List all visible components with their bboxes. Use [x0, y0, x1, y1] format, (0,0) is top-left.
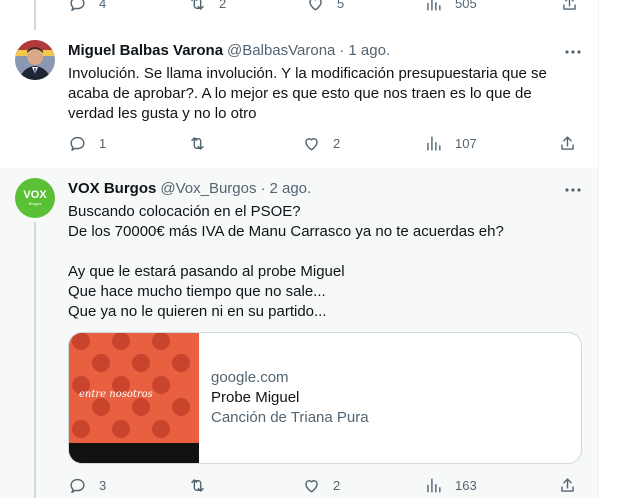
- views-button[interactable]: 107: [424, 134, 477, 153]
- views-count: 107: [455, 136, 477, 151]
- separator-dot: ·: [260, 180, 266, 197]
- more-options-icon[interactable]: [563, 180, 583, 200]
- avatar-vox-burgos[interactable]: VOX Burgos: [15, 178, 55, 218]
- top-retweet-count: 2: [219, 0, 227, 11]
- avatar-vox-sub: Burgos: [28, 200, 42, 206]
- tweet1-header: Miguel Balbas Varona @BalbasVarona · 1 a…: [68, 42, 390, 59]
- timeline-column: 4 2 5 505 Miguel Balbas Varona @BalbasVa…: [0, 0, 599, 498]
- thread-line-bottom: [34, 222, 36, 498]
- card-domain: google.com: [211, 369, 289, 386]
- heart-icon: [305, 480, 318, 493]
- share-button[interactable]: [558, 134, 577, 153]
- retweet-button[interactable]: [188, 134, 207, 153]
- thread-line-top: [34, 0, 36, 30]
- author-handle[interactable]: @BalbasVarona: [227, 42, 335, 59]
- top-share-button[interactable]: [560, 0, 579, 13]
- heart-icon: [305, 138, 318, 151]
- avatar-miguel-image: [15, 40, 55, 80]
- like-count: 2: [333, 478, 341, 493]
- author-name[interactable]: Miguel Balbas Varona: [68, 42, 223, 59]
- reply-icon: [70, 478, 85, 493]
- like-count: 2: [333, 136, 341, 151]
- retweet-icon: [191, 479, 204, 492]
- top-like-button[interactable]: 5: [306, 0, 344, 13]
- like-button[interactable]: 2: [302, 134, 340, 153]
- reply-icon: [70, 0, 85, 11]
- top-reply-button[interactable]: 4: [68, 0, 106, 13]
- reply-count: 3: [99, 478, 107, 493]
- share-icon: [563, 0, 576, 10]
- reply-button[interactable]: 3: [68, 476, 106, 495]
- retweet-icon: [191, 137, 204, 150]
- tweet-timestamp[interactable]: 1 ago.: [348, 42, 390, 59]
- share-button[interactable]: [558, 476, 577, 495]
- reply-icon: [70, 136, 85, 151]
- top-views-count: 505: [455, 0, 477, 11]
- heart-icon: [309, 0, 322, 11]
- avatar-miguel[interactable]: [15, 40, 55, 80]
- retweet-icon: [191, 0, 204, 10]
- card-description: Canción de Triana Pura: [211, 409, 369, 426]
- tweet-miguel[interactable]: Miguel Balbas Varona @BalbasVarona · 1 a…: [0, 30, 598, 168]
- views-button[interactable]: 163: [424, 476, 477, 495]
- tweet-timestamp[interactable]: 2 ago.: [269, 180, 311, 197]
- reply-button[interactable]: 1: [68, 134, 106, 153]
- top-retweet-button[interactable]: 2: [188, 0, 226, 13]
- tweet-text: Involución. Se llama involución. Y la mo…: [68, 65, 547, 122]
- top-reply-count: 4: [99, 0, 107, 11]
- like-button[interactable]: 2: [302, 476, 340, 495]
- card-thumbnail: entre nosotros: [69, 333, 199, 463]
- retweet-button[interactable]: [188, 476, 207, 495]
- views-icon: [427, 0, 441, 11]
- top-like-count: 5: [337, 0, 345, 11]
- more-options-icon[interactable]: [563, 42, 583, 62]
- tweet-text: Buscando colocación en el PSOE? De los 7…: [68, 203, 504, 320]
- card-body: google.com Probe Miguel Canción de Trian…: [199, 333, 381, 463]
- tweet2-header: VOX Burgos @Vox_Burgos · 2 ago.: [68, 180, 311, 197]
- separator-dot: ·: [339, 42, 345, 59]
- author-handle[interactable]: @Vox_Burgos: [160, 180, 256, 197]
- card-title: Probe Miguel: [211, 389, 300, 406]
- avatar-vox-logo: VOX: [23, 188, 47, 201]
- tweet-vox-burgos[interactable]: VOX Burgos VOX Burgos @Vox_Burgos · 2 ag…: [0, 168, 598, 498]
- reply-count: 1: [99, 136, 107, 151]
- link-card[interactable]: entre nosotros google.com Probe Miguel C…: [68, 332, 582, 464]
- share-icon: [561, 478, 574, 492]
- author-name[interactable]: VOX Burgos: [68, 180, 156, 197]
- share-icon: [561, 136, 574, 150]
- views-icon: [427, 136, 441, 151]
- top-views-button[interactable]: 505: [424, 0, 477, 13]
- views-count: 163: [455, 478, 477, 493]
- views-icon: [427, 478, 441, 493]
- card-thumbnail-caption: entre nosotros: [79, 389, 153, 400]
